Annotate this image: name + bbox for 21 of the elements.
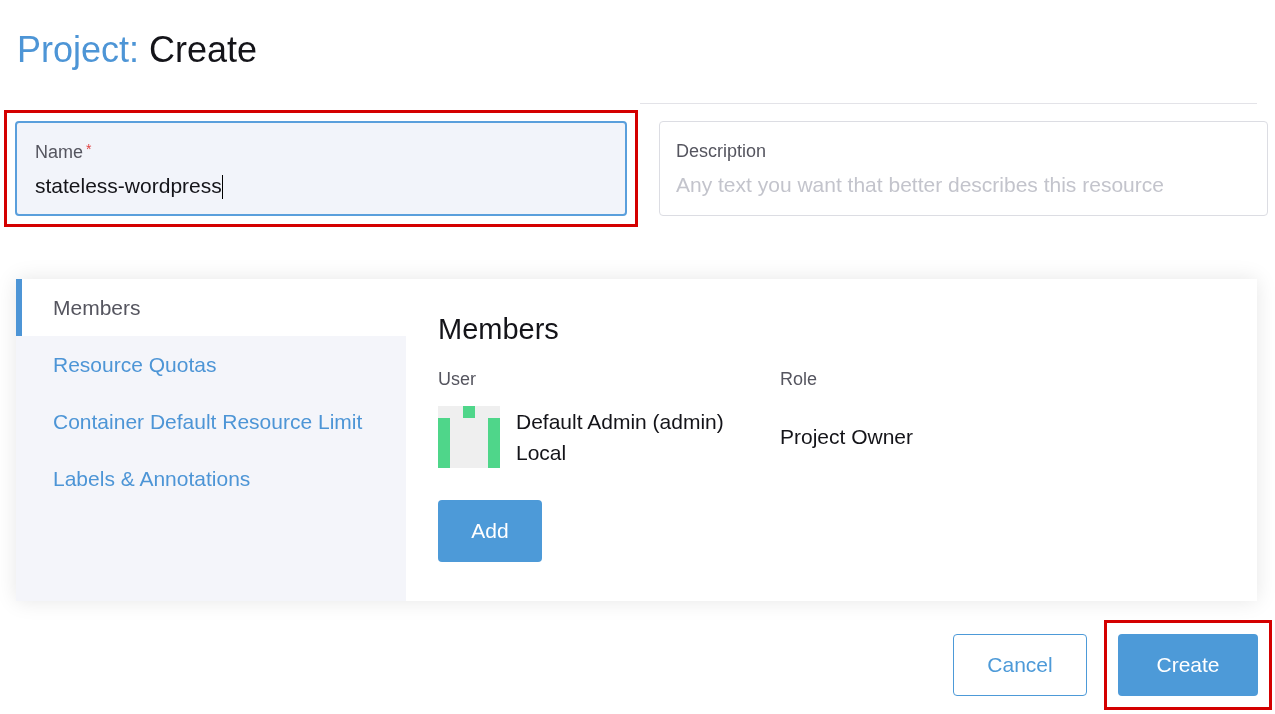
- page-title: Project: Create: [17, 28, 258, 72]
- section-title: Members: [438, 312, 560, 347]
- cancel-button[interactable]: Cancel: [953, 634, 1087, 696]
- name-field[interactable]: Name * stateless-wordpress: [15, 121, 627, 216]
- role-text: Project Owner: [780, 424, 914, 451]
- field-placeholder: Any text you want that better describes this resource: [676, 172, 1165, 198]
- add-button[interactable]: Add: [438, 500, 542, 562]
- create-button[interactable]: Create: [1118, 634, 1258, 696]
- avatar-identicon-icon: [438, 406, 500, 468]
- field-label: Description: [676, 140, 768, 163]
- description-field[interactable]: Description Any text you want that better describes this resource: [659, 121, 1268, 216]
- user-name: Default Admin (admin): [516, 409, 724, 435]
- user-source: Local: [516, 440, 568, 466]
- sidebar-tab[interactable]: Labels & Annotations: [16, 450, 406, 507]
- field-value: stateless-wordpress: [35, 170, 607, 202]
- sidebar-tab[interactable]: Container Default Resource Limit: [16, 393, 406, 450]
- column-header: Role: [780, 368, 818, 391]
- sidebar-tab[interactable]: Members: [16, 279, 406, 336]
- column-header: User: [438, 368, 477, 391]
- field-label: Name *: [35, 140, 93, 164]
- sidebar-tab[interactable]: Resource Quotas: [16, 336, 406, 393]
